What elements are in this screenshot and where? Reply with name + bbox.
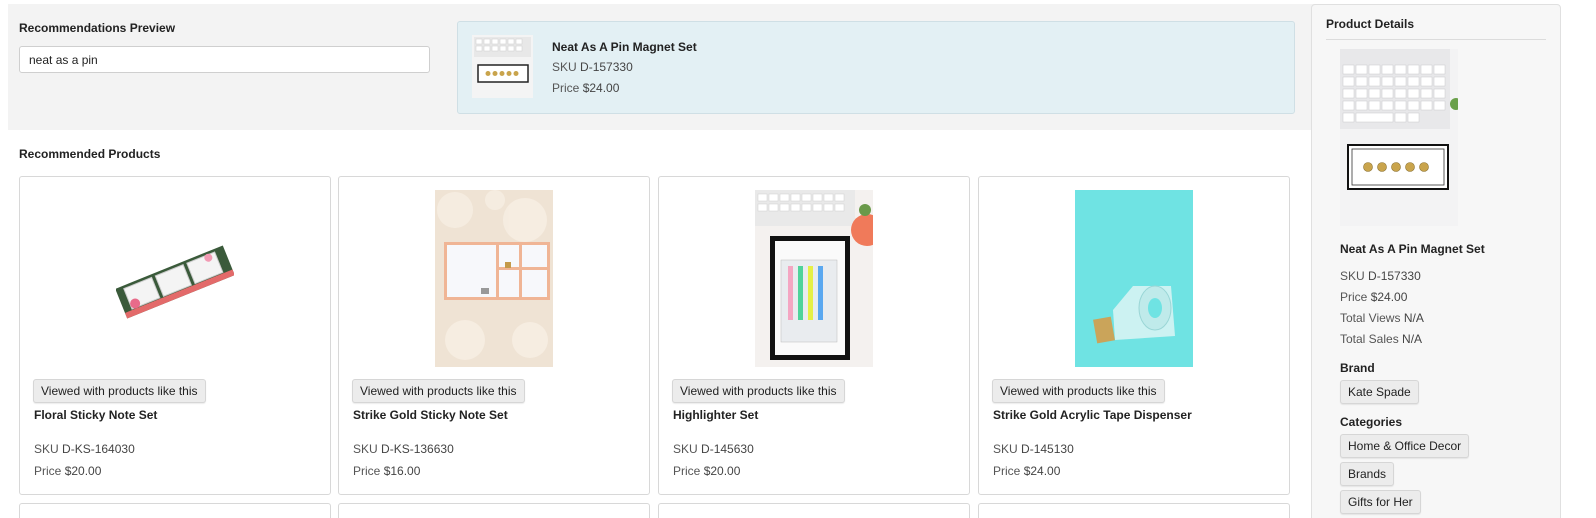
- sku-value: D-145130: [1021, 442, 1074, 456]
- price-value: $24.00: [582, 81, 620, 95]
- product-image: [755, 190, 873, 367]
- categories-heading: Categories: [1340, 415, 1403, 429]
- sales-value: N/A: [1402, 332, 1423, 346]
- product-card[interactable]: Viewed with products like this Strike Go…: [978, 176, 1290, 495]
- price-value: $20.00: [703, 464, 741, 478]
- price-value: $20.00: [64, 464, 102, 478]
- recommendation-reason-chip: Viewed with products like this: [672, 379, 845, 403]
- product-sku: SKU D-KS-136630: [353, 442, 454, 456]
- price-label: Price: [1340, 290, 1368, 304]
- price-label: Price: [34, 464, 62, 478]
- recommendation-reason-chip: Viewed with products like this: [352, 379, 525, 403]
- recommended-products-title: Recommended Products: [19, 147, 161, 161]
- views-label: Total Views: [1340, 311, 1401, 325]
- product-sku: SKU D-KS-164030: [34, 442, 135, 456]
- product-price: Price $20.00: [673, 464, 740, 478]
- product-sku: SKU D-145130: [993, 442, 1074, 456]
- product-card[interactable]: [658, 503, 970, 518]
- product-card[interactable]: [338, 503, 650, 518]
- sales-label: Total Sales: [1340, 332, 1399, 346]
- sku-label: SKU: [353, 442, 378, 456]
- views-value: N/A: [1403, 311, 1424, 325]
- sku-label: SKU: [993, 442, 1018, 456]
- sku-value: D-KS-164030: [62, 442, 135, 456]
- product-details-name: Neat As A Pin Magnet Set: [1340, 242, 1485, 256]
- price-value: $24.00: [1370, 290, 1408, 304]
- recommendations-page: Recommendations Preview Neat As A Pin Ma…: [0, 0, 1596, 518]
- product-details-title: Product Details: [1326, 17, 1415, 31]
- sku-value: D-145630: [701, 442, 754, 456]
- product-price: Price $16.00: [353, 464, 420, 478]
- product-card[interactable]: [19, 503, 331, 518]
- product-card[interactable]: Viewed with products like this Highlight…: [658, 176, 970, 495]
- product-price: Price $20.00: [34, 464, 101, 478]
- recommendation-reason-chip: Viewed with products like this: [992, 379, 1165, 403]
- sku-label: SKU: [673, 442, 698, 456]
- sku-value: D-157330: [1368, 269, 1421, 283]
- product-details-image: [1340, 49, 1458, 226]
- selected-product-image: [472, 35, 533, 98]
- price-label: Price: [993, 464, 1021, 478]
- selected-product-sku: SKU D-157330: [552, 60, 633, 74]
- selected-product-card[interactable]: Neat As A Pin Magnet Set SKU D-157330 Pr…: [457, 21, 1295, 114]
- brand-chip[interactable]: Kate Spade: [1340, 380, 1419, 404]
- search-input[interactable]: [19, 46, 430, 73]
- category-chip[interactable]: Gifts for Her: [1340, 490, 1421, 514]
- category-chip[interactable]: Home & Office Decor: [1340, 434, 1470, 458]
- price-value: $24.00: [1023, 464, 1061, 478]
- product-card[interactable]: Viewed with products like this Floral St…: [19, 176, 331, 495]
- product-details-price: Price $24.00: [1340, 290, 1407, 304]
- price-value: $16.00: [383, 464, 421, 478]
- sku-label: SKU: [34, 442, 59, 456]
- product-sku: SKU D-145630: [673, 442, 754, 456]
- preview-title: Recommendations Preview: [19, 21, 176, 35]
- selected-product-name: Neat As A Pin Magnet Set: [552, 40, 697, 54]
- product-card[interactable]: Viewed with products like this Strike Go…: [338, 176, 650, 495]
- selected-product-price: Price $24.00: [552, 81, 619, 95]
- product-card[interactable]: [978, 503, 1290, 518]
- brand-heading: Brand: [1340, 361, 1375, 375]
- product-image: [1075, 190, 1193, 367]
- sku-label: SKU: [1340, 269, 1365, 283]
- recommendations-preview-section: Recommendations Preview Neat As A Pin Ma…: [8, 4, 1320, 130]
- price-label: Price: [353, 464, 381, 478]
- product-name[interactable]: Strike Gold Acrylic Tape Dispenser: [993, 408, 1192, 422]
- product-name[interactable]: Strike Gold Sticky Note Set: [353, 408, 508, 422]
- price-label: Price: [552, 81, 580, 95]
- category-chip[interactable]: Brands: [1340, 462, 1395, 486]
- divider: [1326, 39, 1546, 40]
- product-image: [116, 190, 234, 367]
- product-details-panel: Product Details Neat As A Pin Magnet Set…: [1311, 4, 1561, 518]
- sku-value: D-157330: [580, 60, 633, 74]
- sku-label: SKU: [552, 60, 577, 74]
- price-label: Price: [673, 464, 701, 478]
- product-price: Price $24.00: [993, 464, 1060, 478]
- sku-value: D-KS-136630: [381, 442, 454, 456]
- recommendation-reason-chip: Viewed with products like this: [33, 379, 206, 403]
- product-details-sku: SKU D-157330: [1340, 269, 1421, 283]
- product-details-sales: Total Sales N/A: [1340, 332, 1422, 346]
- product-name[interactable]: Floral Sticky Note Set: [34, 408, 157, 422]
- product-name[interactable]: Highlighter Set: [673, 408, 758, 422]
- product-details-views: Total Views N/A: [1340, 311, 1424, 325]
- product-image: [435, 190, 553, 367]
